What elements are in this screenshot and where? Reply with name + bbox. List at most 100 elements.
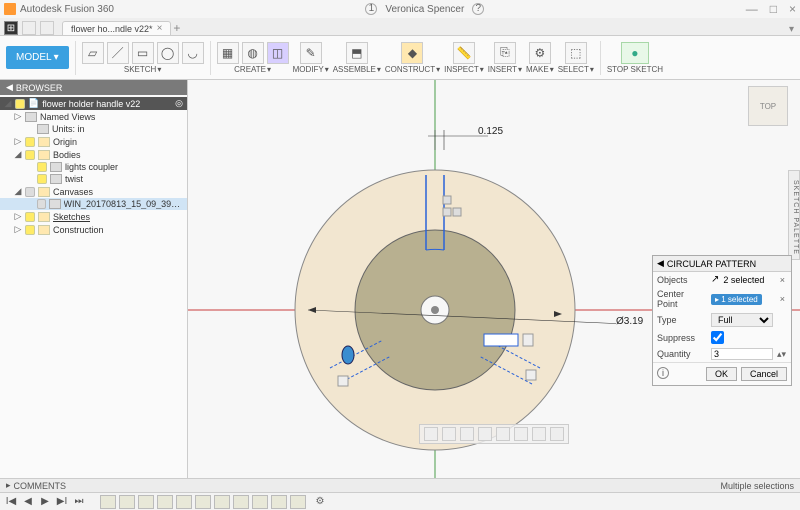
maximize-icon[interactable]: □: [770, 2, 777, 16]
dimension-offset[interactable]: 0.125: [478, 126, 503, 137]
box-icon[interactable]: ◫: [267, 42, 289, 64]
timeline-feature[interactable]: [195, 495, 211, 509]
tree-origin[interactable]: ▷Origin: [0, 135, 187, 148]
objects-row-label: Objects: [657, 275, 707, 285]
document-tab[interactable]: flower ho...ndle v22* ×: [62, 21, 171, 35]
help-icon[interactable]: ?: [472, 3, 484, 15]
rect-icon[interactable]: ▭: [132, 42, 154, 64]
timeline-start-icon[interactable]: I◀: [4, 495, 18, 509]
suppress-row-label: Suppress: [657, 333, 707, 343]
save-icon[interactable]: [40, 21, 54, 35]
objects-clear-icon[interactable]: ×: [778, 275, 787, 285]
timeline-next-icon[interactable]: ▶I: [55, 495, 69, 509]
inspect-icon[interactable]: 📏: [453, 42, 475, 64]
select-group-label[interactable]: SELECT ▾: [558, 65, 594, 74]
type-select[interactable]: Full: [711, 313, 773, 327]
grid-icon[interactable]: [532, 427, 546, 441]
look-icon[interactable]: [496, 427, 510, 441]
arc-icon[interactable]: ◡: [182, 42, 204, 64]
model-canvas[interactable]: TOP SKETCH PALETTE: [188, 80, 800, 478]
insert-group-label[interactable]: INSERT ▾: [488, 65, 522, 74]
tree-root[interactable]: ◢📄flower holder handle v22◎: [0, 97, 187, 110]
close-icon[interactable]: ×: [789, 2, 796, 16]
tree-named-views[interactable]: ▷Named Views: [0, 110, 187, 123]
orbit-icon[interactable]: [424, 427, 438, 441]
quantity-input[interactable]: [711, 348, 773, 360]
timeline-feature[interactable]: [119, 495, 135, 509]
new-tab-icon[interactable]: +: [173, 21, 180, 35]
tree-canvas-1[interactable]: WIN_20170813_15_09_39_Pro: [0, 198, 187, 210]
insert-icon[interactable]: ⎘: [494, 42, 516, 64]
timeline-feature[interactable]: [233, 495, 249, 509]
browser-title: BROWSER: [16, 83, 63, 93]
timeline-feature[interactable]: [271, 495, 287, 509]
dimension-diameter[interactable]: Ø3.19: [616, 316, 643, 327]
modify-icon[interactable]: ✎: [300, 42, 322, 64]
suppress-checkbox[interactable]: [711, 331, 724, 344]
inspect-group-label[interactable]: INSPECT ▾: [444, 65, 484, 74]
extrude-icon[interactable]: ▦: [217, 42, 239, 64]
timeline-feature[interactable]: [100, 495, 116, 509]
assemble-group-label[interactable]: ASSEMBLE ▾: [333, 65, 381, 74]
objects-value[interactable]: 2 selected: [723, 275, 764, 285]
center-row-label: Center Point: [657, 289, 707, 309]
app-logo: [4, 3, 16, 15]
quantity-row-label: Quantity: [657, 349, 707, 359]
construct-icon[interactable]: ◆: [401, 42, 423, 64]
viewports-icon[interactable]: [550, 427, 564, 441]
tree-canvases[interactable]: ◢Canvases: [0, 185, 187, 198]
comments-label[interactable]: COMMENTS: [14, 481, 67, 491]
ribbon-toolbar: MODEL▾ ▱ ／ ▭ ◯ ◡ SKETCH ▾ ▦ ◍ ◫ CREATE ▾…: [0, 36, 800, 80]
select-icon[interactable]: ⬚: [565, 42, 587, 64]
make-group-label[interactable]: MAKE ▾: [526, 65, 554, 74]
timeline-prev-icon[interactable]: ◀: [21, 495, 35, 509]
tab-close-icon[interactable]: ×: [157, 23, 163, 34]
timeline: I◀ ◀ ▶ ▶I ⏭ ⚙: [0, 492, 800, 510]
mode-label: MODEL: [16, 52, 52, 63]
notification-badge[interactable]: 1: [365, 3, 377, 15]
ok-button[interactable]: OK: [706, 367, 737, 381]
info-icon[interactable]: i: [657, 367, 669, 379]
display-icon[interactable]: [514, 427, 528, 441]
timeline-settings-icon[interactable]: ⚙: [313, 495, 327, 509]
timeline-feature[interactable]: [138, 495, 154, 509]
modify-group-label[interactable]: MODIFY ▾: [293, 65, 329, 74]
workspace-mode-button[interactable]: MODEL▾: [6, 46, 69, 69]
tree-bodies[interactable]: ◢Bodies: [0, 148, 187, 161]
extensions-icon[interactable]: ▾: [789, 24, 794, 35]
minimize-icon[interactable]: —: [746, 2, 758, 16]
timeline-feature[interactable]: [290, 495, 306, 509]
pan-icon[interactable]: [442, 427, 456, 441]
tree-sketches[interactable]: ▷Sketches: [0, 210, 187, 223]
construct-group-label[interactable]: CONSTRUCT ▾: [385, 65, 440, 74]
sketch-group-label[interactable]: SKETCH ▾: [124, 65, 161, 74]
timeline-feature[interactable]: [176, 495, 192, 509]
assemble-icon[interactable]: ⬒: [346, 42, 368, 64]
tree-units[interactable]: Units: in: [0, 123, 187, 135]
data-panel-icon[interactable]: [22, 21, 36, 35]
user-name[interactable]: Veronica Spencer: [385, 4, 464, 15]
center-clear-icon[interactable]: ×: [778, 294, 787, 304]
cancel-button[interactable]: Cancel: [741, 367, 787, 381]
tree-body-2[interactable]: twist: [0, 173, 187, 185]
create-group-label[interactable]: CREATE ▾: [234, 65, 271, 74]
timeline-feature[interactable]: [214, 495, 230, 509]
sketch-create-icon[interactable]: ▱: [82, 42, 104, 64]
fit-icon[interactable]: [478, 427, 492, 441]
apps-grid-icon[interactable]: ⊞: [4, 21, 18, 35]
stop-sketch-icon[interactable]: ●: [621, 42, 649, 64]
timeline-feature[interactable]: [252, 495, 268, 509]
make-icon[interactable]: ⚙: [529, 42, 551, 64]
circle-icon[interactable]: ◯: [157, 42, 179, 64]
timeline-feature[interactable]: [157, 495, 173, 509]
timeline-end-icon[interactable]: ⏭: [72, 495, 86, 509]
tree-body-1[interactable]: lights coupler: [0, 161, 187, 173]
center-value[interactable]: ▸ 1 selected: [711, 294, 762, 305]
line-icon[interactable]: ／: [107, 42, 129, 64]
revolve-icon[interactable]: ◍: [242, 42, 264, 64]
stop-sketch-label[interactable]: STOP SKETCH: [607, 65, 663, 74]
timeline-play-icon[interactable]: ▶: [38, 495, 52, 509]
zoom-icon[interactable]: [460, 427, 474, 441]
tree-construction[interactable]: ▷Construction: [0, 223, 187, 236]
panel-back-icon[interactable]: ◀: [657, 258, 664, 269]
